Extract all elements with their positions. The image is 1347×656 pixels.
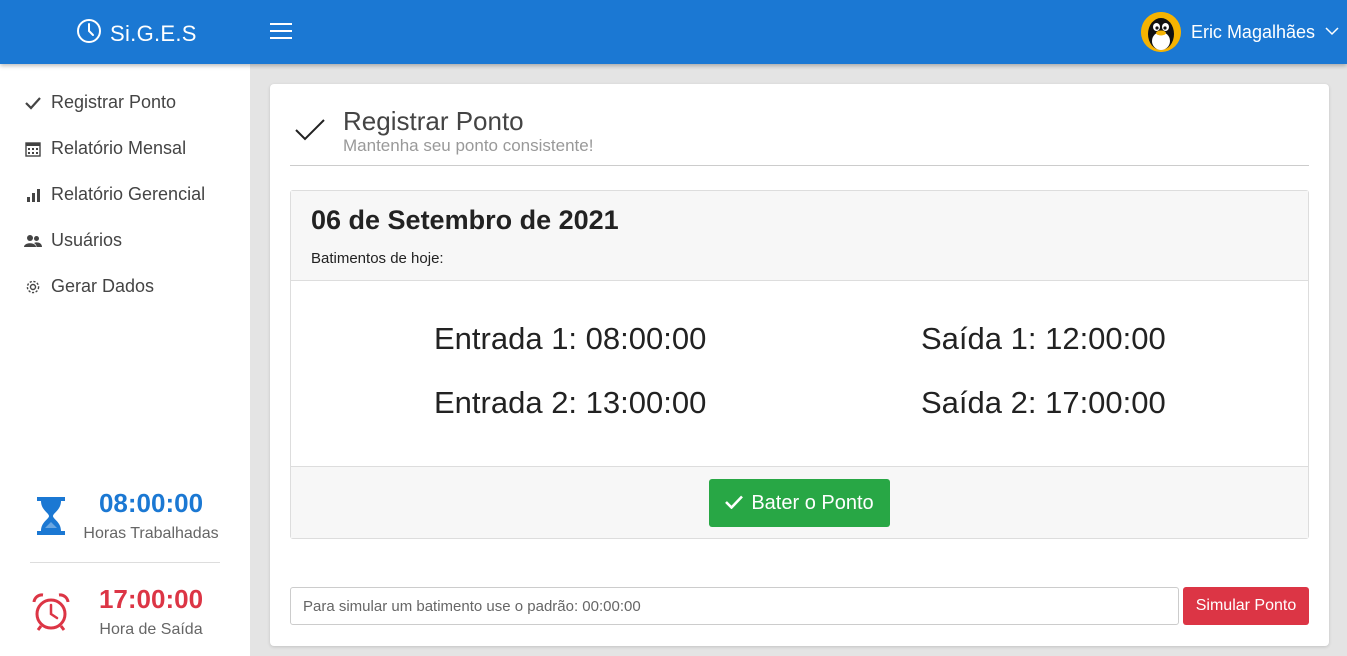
punch-list: Entrada 1: 08:00:00 Saída 1: 12:00:00 En…: [291, 281, 1308, 466]
chevron-down-icon: [1325, 23, 1339, 41]
card-header: Registrar Ponto Mantenha seu ponto consi…: [290, 106, 1309, 166]
sidebar-item-label: Usuários: [51, 230, 123, 250]
sidebar-item-label: Relatório Gerencial: [51, 184, 206, 204]
simulate-punch-button[interactable]: Simular Ponto: [1183, 587, 1309, 625]
alarm-clock-icon: [26, 592, 76, 632]
user-name: Eric Magalhães: [1190, 21, 1315, 42]
sidebar-item-usuarios[interactable]: Usuários: [24, 230, 122, 251]
sidebar-item-label: Relatório Mensal: [51, 138, 187, 158]
sidebar-item-label: Registrar Ponto: [51, 92, 177, 112]
bater-ponto-label: Bater o Ponto: [751, 491, 874, 514]
users-icon: [24, 234, 42, 248]
check-icon: [24, 96, 42, 110]
menu-toggle-icon[interactable]: [270, 22, 292, 45]
page-title: Registrar Ponto: [343, 106, 524, 136]
hours-worked-label: Horas Trabalhadas: [83, 525, 219, 542]
check-icon: [725, 492, 744, 515]
brand-title: Si.G.E.S: [110, 20, 197, 46]
punch-entrada-2: Entrada 2: 13:00:00: [434, 385, 707, 420]
clock-icon: [76, 18, 102, 49]
hours-worked-value: 08:00:00: [98, 488, 204, 518]
simulate-punch-input[interactable]: [290, 587, 1179, 625]
main-card: Registrar Ponto Mantenha seu ponto consi…: [270, 84, 1329, 646]
punch-panel: 06 de Setembro de 2021 Batimentos de hoj…: [290, 190, 1309, 539]
punch-entrada-1: Entrada 1: 08:00:00: [434, 321, 707, 356]
punch-saida-1: Saída 1: 12:00:00: [921, 321, 1166, 356]
panel-footer: Bater o Ponto: [291, 466, 1308, 538]
check-icon: [294, 118, 326, 147]
sidebar-item-gerar-dados[interactable]: Gerar Dados: [24, 276, 154, 297]
exit-time-label: Hora de Saída: [99, 621, 203, 638]
bater-ponto-button[interactable]: Bater o Ponto: [709, 479, 890, 527]
stat-divider: [30, 562, 220, 563]
sidebar-item-relatorio-gerencial[interactable]: Relatório Gerencial: [24, 184, 205, 205]
punch-saida-2: Saída 2: 17:00:00: [921, 385, 1166, 420]
sidebar-item-relatorio-mensal[interactable]: Relatório Mensal: [24, 138, 186, 159]
hourglass-icon: [26, 496, 76, 536]
gear-icon: [24, 279, 42, 295]
sidebar-item-label: Gerar Dados: [51, 276, 155, 296]
brand[interactable]: Si.G.E.S: [76, 18, 197, 49]
bar-chart-icon: [24, 187, 42, 203]
current-date: 06 de Setembro de 2021: [311, 205, 619, 235]
page-subtitle: Mantenha seu ponto consistente!: [343, 136, 594, 155]
avatar: [1140, 12, 1181, 52]
user-menu[interactable]: Eric Magalhães: [1140, 12, 1339, 52]
panel-subtitle: Batimentos de hoje:: [311, 250, 444, 267]
sidebar: Registrar Ponto Relatório Mensal Relatór…: [0, 64, 250, 656]
exit-time-stat: 17:00:00 Hora de Saída: [26, 584, 226, 639]
top-header: Si.G.E.S Eric Magalhães: [0, 0, 1347, 64]
exit-time-value: 17:00:00: [98, 584, 204, 614]
sidebar-item-registrar-ponto[interactable]: Registrar Ponto: [24, 92, 176, 113]
calendar-icon: [24, 141, 42, 157]
panel-header: 06 de Setembro de 2021 Batimentos de hoj…: [291, 191, 1308, 281]
hours-worked-stat: 08:00:00 Horas Trabalhadas: [26, 488, 226, 543]
